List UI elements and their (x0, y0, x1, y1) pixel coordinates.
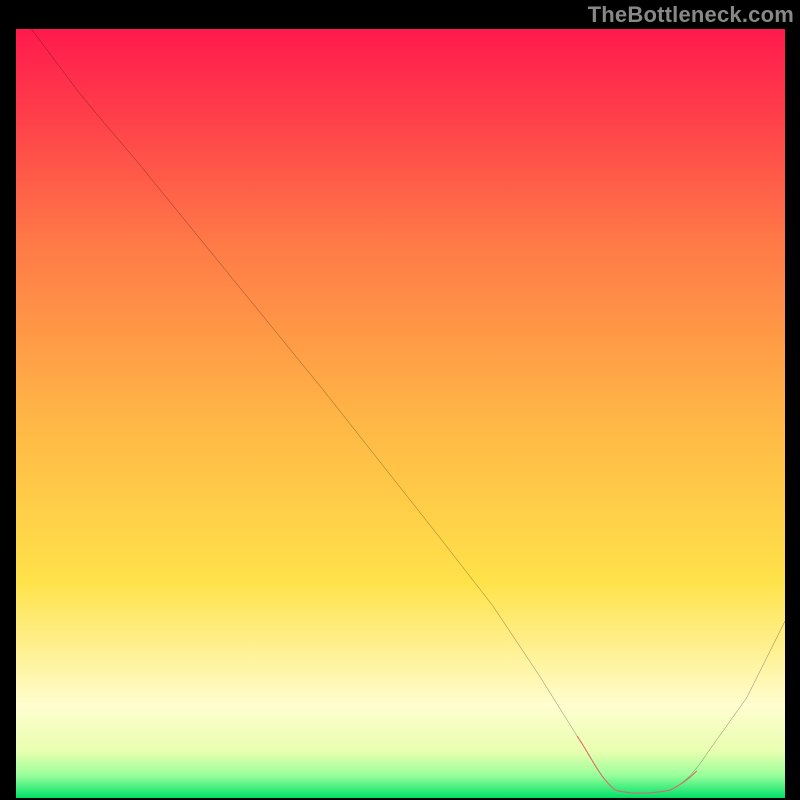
brand-watermark: TheBottleneck.com (588, 2, 794, 28)
bottleneck-chart (16, 29, 785, 798)
chart-container: { "brand": "TheBottleneck.com", "chart_d… (0, 0, 800, 800)
gradient-plot-area (16, 29, 785, 798)
